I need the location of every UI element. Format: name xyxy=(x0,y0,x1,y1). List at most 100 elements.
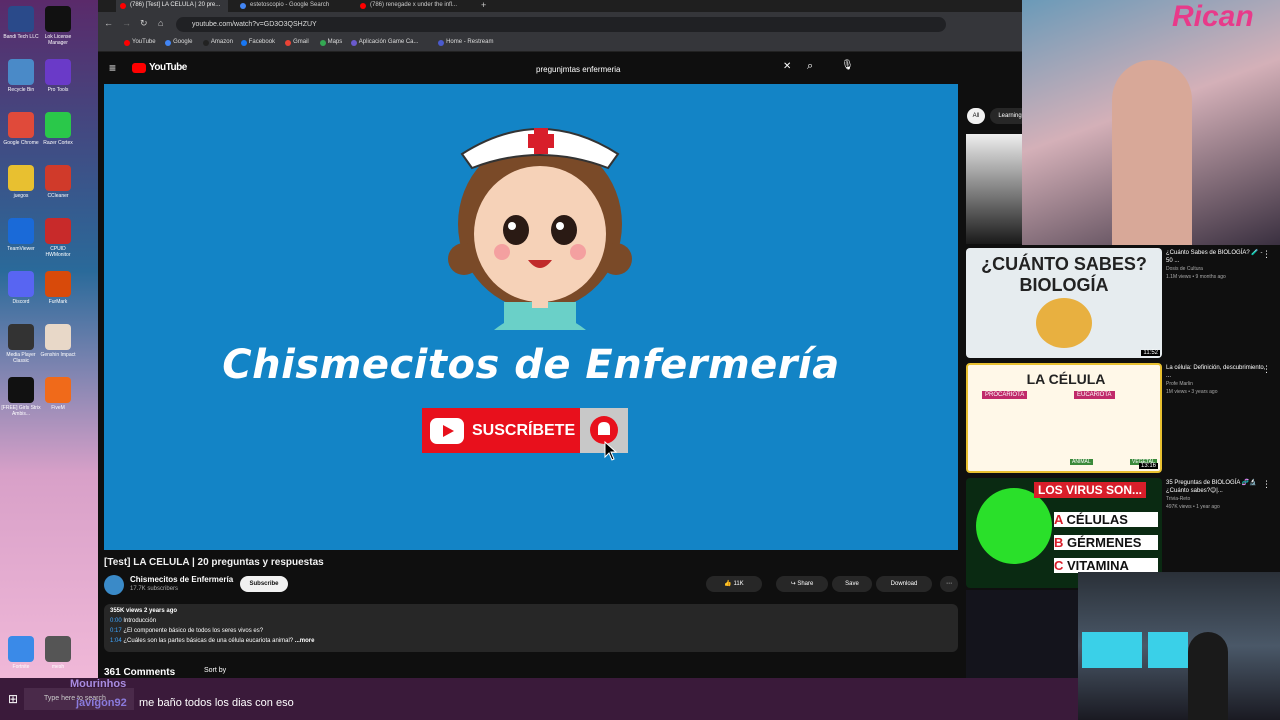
sort-button[interactable]: Sort by xyxy=(204,667,226,674)
channel-avatar[interactable] xyxy=(104,575,124,595)
bookmark-item[interactable]: Aplicación Game Ca... xyxy=(350,39,419,46)
timestamp-link[interactable]: 0:17 xyxy=(110,628,122,634)
desktop-icon[interactable]: Genshin Impact xyxy=(38,324,78,358)
desktop-icon[interactable]: Bandi Tech LLC xyxy=(1,6,41,40)
forward-icon[interactable]: → xyxy=(122,18,131,28)
search-input[interactable]: pregunjmtas enfermeria xyxy=(525,58,801,79)
desktop-icon[interactable]: [FREE] Girls Strix Ambis... xyxy=(1,377,41,417)
desktop-icon[interactable]: Discord xyxy=(1,271,41,305)
bookmark-item[interactable]: Facebook xyxy=(240,39,276,46)
app-icon xyxy=(8,218,34,244)
option-text: VITAMINA xyxy=(1067,558,1129,573)
bookmark-item[interactable]: Amazon xyxy=(202,39,233,46)
url-field[interactable]: youtube.com/watch?v=GD3O3QSHZUY xyxy=(176,17,946,32)
tab-youtube-2[interactable]: (786) renegade x under the infl... xyxy=(356,0,468,12)
home-icon[interactable]: ⌂ xyxy=(158,18,163,28)
more-actions-button[interactable]: ⋯ xyxy=(940,576,958,592)
more-link[interactable]: ...more xyxy=(295,638,315,644)
rec-thumbnail-2[interactable]: LA CÉLULA PROCARIOTA EUCARIOTA ANIMAL VE… xyxy=(966,363,1162,473)
reload-icon[interactable]: ↻ xyxy=(140,18,148,29)
thumb-label: EUCARIOTA xyxy=(1074,391,1115,399)
app-icon xyxy=(45,6,71,32)
desktop-icon-label: Discord xyxy=(12,299,30,305)
desktop-icon[interactable]: mesh xyxy=(38,636,78,670)
bookmarks-bar: YouTube Google Amazon Facebook Gmail Maps Apli… xyxy=(98,36,1022,52)
rec-meta: 1M views • 3 years ago xyxy=(1166,389,1218,395)
bookmark-label: Facebook xyxy=(248,39,276,45)
save-label: Save xyxy=(845,581,859,587)
desktop-icon[interactable]: Recycle Bin xyxy=(1,59,41,93)
desktop-icon[interactable]: Lok License Manager xyxy=(38,6,78,46)
rec-info-1[interactable]: ¿Cuánto Sabes de BIOLOGÍA? 🧪 - 50 ... Dos… xyxy=(1166,249,1266,281)
desktop-icon[interactable]: CPUID HWMonitor xyxy=(38,218,78,258)
download-button[interactable]: Download xyxy=(876,576,932,592)
description-box[interactable]: 355K views 2 years ago 0:00 Introducción… xyxy=(104,604,958,652)
back-icon[interactable]: ← xyxy=(104,18,113,28)
desktop-icon[interactable]: CCleaner xyxy=(38,165,78,199)
rec-menu-icon[interactable]: ⋮ xyxy=(1262,364,1271,375)
desktop-icon[interactable]: TeamViewer xyxy=(1,218,41,252)
bookmark-item[interactable]: Google xyxy=(165,39,192,46)
bookmark-label: Home - Restream xyxy=(446,39,494,45)
rec-thumbnail-1[interactable]: ¿CUÁNTO SABES? BIOLOGÍA 11:52 xyxy=(966,248,1162,358)
search-icon[interactable]: ⌕ xyxy=(807,60,813,73)
download-label: Download xyxy=(890,581,918,587)
bookmark-item[interactable]: Maps xyxy=(319,39,343,46)
save-button[interactable]: Save xyxy=(832,576,872,592)
subscribe-graphic-label: SUSCRÍBETE xyxy=(472,421,576,439)
bookmark-icon xyxy=(240,40,247,46)
desktop-icon[interactable]: Media Player Classic xyxy=(1,324,41,364)
desktop-icon-label: Bandi Tech LLC xyxy=(3,34,39,40)
screen: Bandi Tech LLC Lok License Manager Recycle… xyxy=(0,0,1280,720)
channel-name[interactable]: Chismecitos de Enfermería xyxy=(130,575,233,584)
like-button[interactable]: 👍 11K xyxy=(706,576,762,592)
rec-title: ¿Cuánto Sabes de BIOLOGÍA? 🧪 - 50 ... xyxy=(1166,250,1263,264)
subscribe-button[interactable]: Subscribe xyxy=(240,576,288,592)
microphone-icon[interactable]: 🎙 xyxy=(841,60,854,71)
desktop-icon[interactable]: Google Chrome xyxy=(1,112,41,146)
rec-info-3[interactable]: 35 Preguntas de BIOLOGÍA 🧬🔬¿Cuánto sabes… xyxy=(1166,479,1266,511)
timestamp-link[interactable]: 1:04 xyxy=(110,638,122,644)
play-logo-icon xyxy=(430,417,464,444)
bookmark-label: Maps xyxy=(327,39,343,45)
desktop-icon-label: juegos xyxy=(13,193,29,199)
bookmark-item[interactable]: Home - Restream xyxy=(438,39,494,46)
bookmark-item[interactable]: Gmail xyxy=(285,39,309,46)
desktop-icon[interactable]: FiveM xyxy=(38,377,78,411)
tab-youtube[interactable]: (786) [Test] LA CELULA | 20 pre... xyxy=(116,0,228,12)
rec-meta: 497K views • 1 year ago xyxy=(1166,504,1220,510)
desktop-icon[interactable]: FurMark xyxy=(38,271,78,305)
monitor-left xyxy=(1082,632,1142,668)
desktop-icon-label: Lok License Manager xyxy=(44,34,72,46)
desktop-icon[interactable]: Razer Cortex xyxy=(38,112,78,146)
desktop-icon-label: Razer Cortex xyxy=(43,140,73,146)
app-icon xyxy=(8,6,34,32)
desc-line: ¿El componente básico de todos los seres… xyxy=(123,628,264,634)
bookmark-icon xyxy=(202,40,209,46)
rec-info-2[interactable]: La célula: Definición, descubrimiento, .… xyxy=(1166,364,1266,396)
menu-icon[interactable]: ≡ xyxy=(109,61,116,75)
rec-menu-icon[interactable]: ⋮ xyxy=(1262,249,1271,260)
app-icon xyxy=(8,271,34,297)
timestamp-link[interactable]: 0:00 xyxy=(110,618,122,624)
chip-all[interactable]: All xyxy=(967,108,985,124)
rec-thumb-title: ¿CUÁNTO SABES? BIOLOGÍA xyxy=(981,254,1147,295)
tab-label: (786) [Test] LA CELULA | 20 pre... xyxy=(130,2,221,8)
share-button[interactable]: ↪ Share xyxy=(776,576,828,592)
desktop-icon[interactable]: Fortnite xyxy=(1,636,41,670)
desktop-icon[interactable]: Pro Tools xyxy=(38,59,78,93)
views-line: 355K views 2 years ago xyxy=(110,608,178,614)
thumb-up-icon: 👍 xyxy=(724,581,732,587)
bookmark-item[interactable]: YouTube xyxy=(124,39,156,46)
rec-thumbnail-0[interactable] xyxy=(966,134,1022,244)
clear-search-icon[interactable]: ✕ xyxy=(783,61,791,72)
app-icon xyxy=(8,112,34,138)
youtube-logo-icon[interactable] xyxy=(132,63,146,73)
windows-start-icon[interactable]: ⊞ xyxy=(8,692,18,706)
desktop-icon[interactable]: juegos xyxy=(1,165,41,199)
video-player[interactable]: Chismecitos de Enfermería SUSCRÍBETE xyxy=(104,84,958,550)
bookmark-label: Aplicación Game Ca... xyxy=(358,39,419,45)
new-tab-button[interactable]: + xyxy=(478,0,492,12)
rec-menu-icon[interactable]: ⋮ xyxy=(1262,479,1271,490)
tab-google-search[interactable]: estetoscopio - Google Search xyxy=(236,0,348,12)
